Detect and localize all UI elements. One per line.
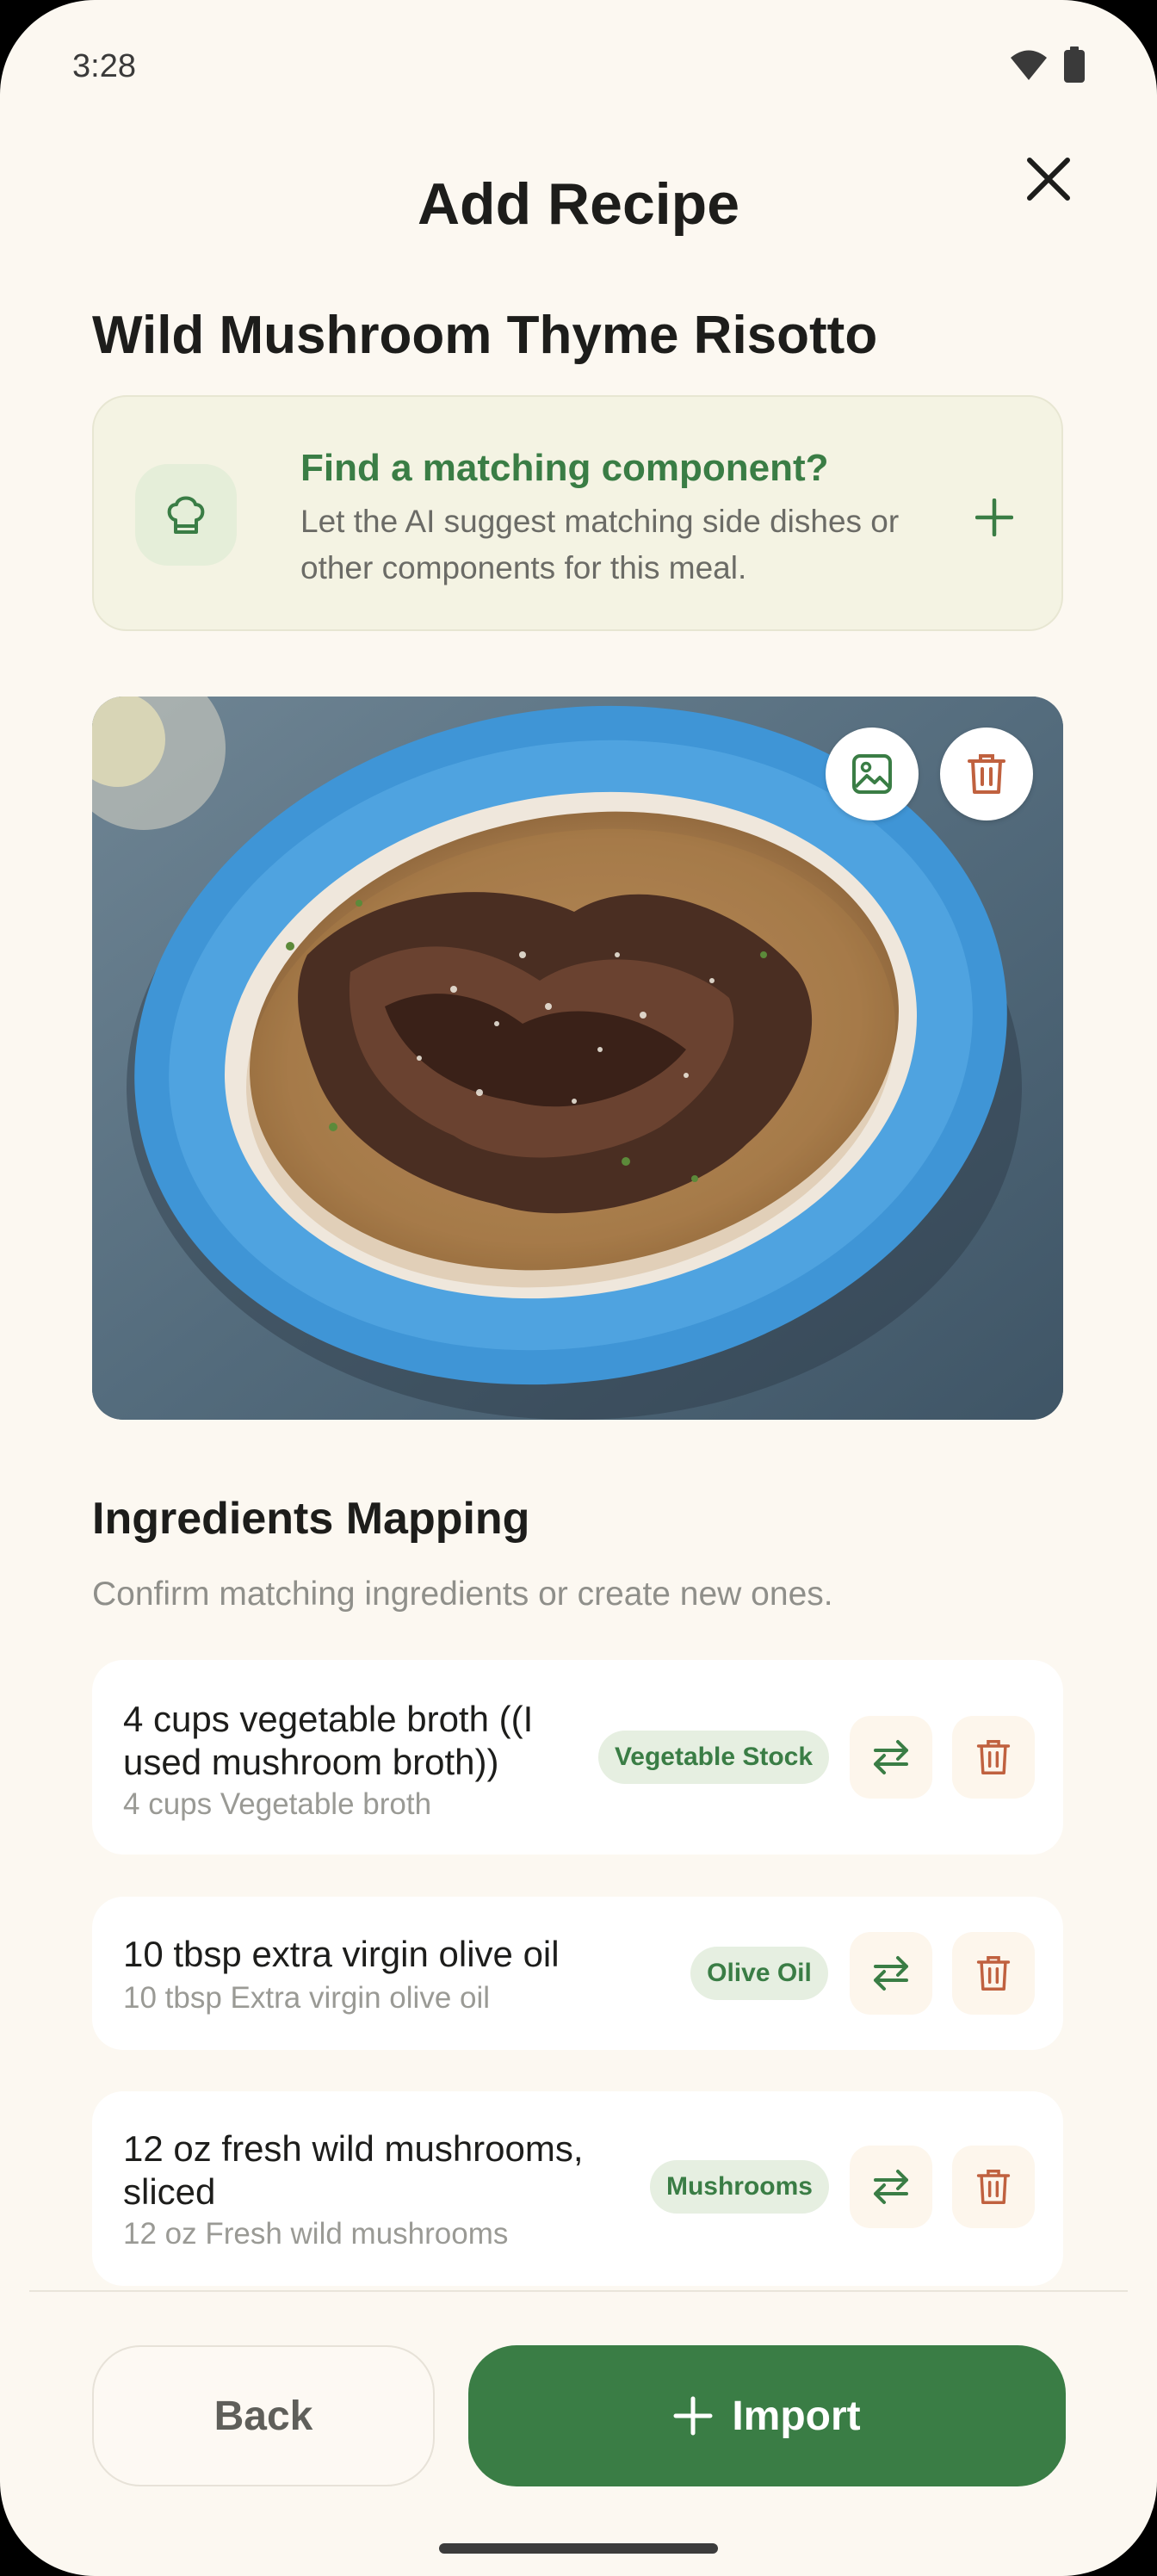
suggestion-text: Let the AI suggest matching side dishes … xyxy=(300,504,900,585)
chef-hat-icon xyxy=(167,496,205,534)
swap-icon xyxy=(874,1956,908,1991)
ingredient-parsed: 12 oz Fresh wild mushrooms xyxy=(123,2217,509,2251)
import-button[interactable]: Import xyxy=(468,2345,1066,2486)
page-title: Add Recipe xyxy=(417,171,740,237)
screen: 3:28 Add Recipe Wild Mushroom Thyme Riso… xyxy=(0,0,1157,2576)
import-button-label: Import xyxy=(732,2393,861,2439)
close-button[interactable] xyxy=(1019,150,1078,208)
ingredient-row: 10 tbsp extra virgin olive oil 10 tbsp E… xyxy=(92,1897,1063,2050)
swap-icon xyxy=(874,1740,908,1774)
status-icons xyxy=(1009,46,1085,83)
swap-ingredient-button[interactable] xyxy=(850,1716,932,1799)
swap-ingredient-button[interactable] xyxy=(850,1932,932,2015)
plus-icon xyxy=(673,2396,713,2436)
recipe-photo xyxy=(92,697,1063,1420)
ingredient-name: 12 oz fresh wild mushrooms, sliced xyxy=(123,2128,584,2212)
delete-ingredient-button[interactable] xyxy=(952,1932,1035,2015)
home-indicator[interactable] xyxy=(439,2543,718,2554)
battery-icon xyxy=(1064,46,1085,83)
back-button[interactable]: Back xyxy=(92,2345,435,2486)
footer-divider xyxy=(29,2290,1128,2292)
plus-icon xyxy=(975,498,1013,536)
delete-ingredient-button[interactable] xyxy=(952,1716,1035,1799)
close-icon xyxy=(1027,158,1070,201)
ingredient-parsed: 4 cups Vegetable broth xyxy=(123,1787,432,1821)
chef-hat-badge xyxy=(135,464,237,566)
delete-ingredient-button[interactable] xyxy=(952,2146,1035,2228)
ingredient-name: 4 cups vegetable broth ((I used mushroom… xyxy=(123,1699,534,1782)
ingredient-match-chip[interactable]: Mushrooms xyxy=(650,2160,829,2214)
ingredient-match-chip[interactable]: Olive Oil xyxy=(690,1947,828,2000)
ingredient-parsed: 10 tbsp Extra virgin olive oil xyxy=(123,1981,491,2015)
wifi-icon xyxy=(1011,50,1047,80)
trash-icon xyxy=(968,754,1005,794)
delete-image-button[interactable] xyxy=(940,728,1033,820)
ingredient-row: 12 oz fresh wild mushrooms, sliced 12 oz… xyxy=(92,2091,1063,2286)
ingredients-section-title: Ingredients Mapping xyxy=(92,1494,530,1544)
ingredient-name: 10 tbsp extra virgin olive oil xyxy=(123,1934,560,1974)
back-button-label: Back xyxy=(213,2393,313,2439)
trash-icon xyxy=(976,2170,1011,2204)
ingredient-match-chip[interactable]: Vegetable Stock xyxy=(598,1731,829,1784)
recipe-title: Wild Mushroom Thyme Risotto xyxy=(92,306,878,365)
change-image-button[interactable] xyxy=(826,728,919,820)
suggestion-title: Find a matching component? xyxy=(300,447,829,489)
recipe-photo-image xyxy=(92,697,1063,1420)
ingredient-row: 4 cups vegetable broth ((I used mushroom… xyxy=(92,1660,1063,1855)
suggestion-add-button[interactable] xyxy=(968,492,1020,543)
trash-icon xyxy=(976,1956,1011,1991)
suggestion-card[interactable]: Find a matching component? Let the AI su… xyxy=(92,395,1063,631)
swap-icon xyxy=(874,2170,908,2204)
swap-ingredient-button[interactable] xyxy=(850,2146,932,2228)
ingredients-section-subtitle: Confirm matching ingredients or create n… xyxy=(92,1576,833,1613)
image-icon xyxy=(852,754,892,794)
status-time: 3:28 xyxy=(72,48,136,84)
trash-icon xyxy=(976,1740,1011,1774)
